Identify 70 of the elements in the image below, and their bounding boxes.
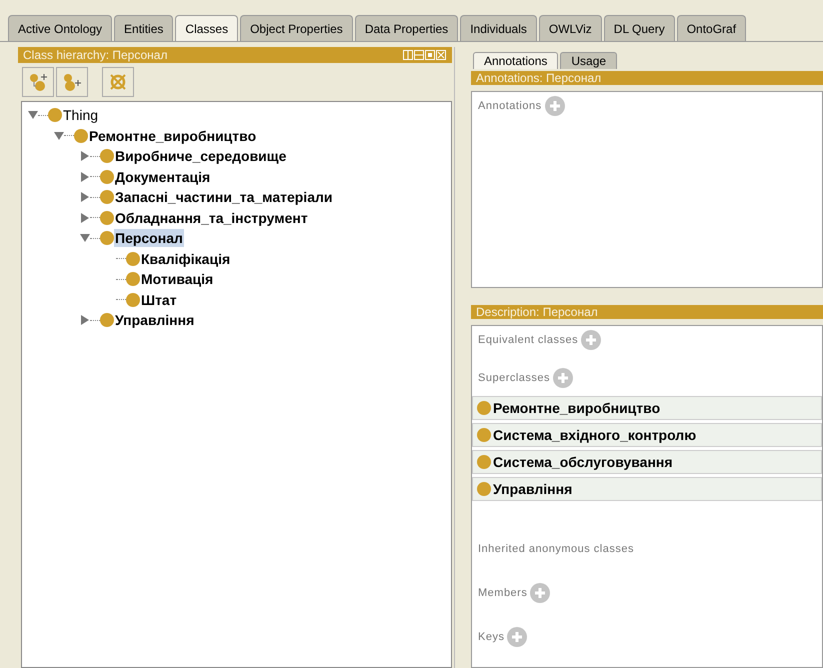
section-label: Inherited anonymous classes — [478, 543, 634, 555]
tab[interactable]: Object Properties — [240, 15, 353, 41]
expand-triangle-icon[interactable] — [80, 192, 90, 202]
expand-triangle-icon[interactable] — [80, 315, 90, 326]
add-icon[interactable] — [507, 627, 528, 647]
superclass-name[interactable]: Система_обслуговування — [493, 454, 673, 470]
class-dot-icon — [100, 149, 114, 164]
section-label: Keys — [478, 631, 504, 643]
section-label: Equivalent classes — [478, 334, 578, 346]
tree-item[interactable]: Персонал — [114, 229, 184, 248]
tab[interactable]: Usage — [560, 52, 618, 69]
class-dot-icon — [48, 108, 62, 122]
delete-icon — [108, 73, 128, 91]
add-sibling-button[interactable] — [56, 67, 88, 97]
class-dot-icon — [126, 252, 140, 266]
class-dot-icon — [100, 170, 114, 184]
class-dot-icon — [100, 231, 114, 246]
delete-class-button[interactable] — [102, 67, 134, 97]
tree-item[interactable]: Штат — [140, 290, 178, 309]
tree-item[interactable]: Обладнання_та_інструмент — [114, 208, 309, 227]
class-dot-icon — [74, 128, 88, 143]
superclass-name[interactable]: Ремонтне_виробництво — [493, 400, 660, 416]
tab[interactable]: Entities — [114, 15, 174, 41]
tree-item[interactable]: Документація — [114, 168, 212, 186]
tree-item[interactable]: Запасні_частини_та_матеріали — [114, 188, 334, 206]
panel-title: Description: Персонал — [476, 304, 598, 319]
class-dot-icon — [477, 482, 491, 496]
class-dot-icon — [100, 313, 114, 328]
class-dot-icon — [126, 272, 140, 286]
tab[interactable]: OWLViz — [538, 15, 602, 41]
class-dot-icon — [100, 210, 114, 225]
tree-item[interactable]: Thing — [62, 106, 100, 124]
tree-item[interactable]: Управління — [114, 311, 196, 330]
class-dot-icon — [477, 428, 491, 442]
section-label: Superclasses — [478, 372, 550, 384]
superclass-name[interactable]: Система_вхідного_контролю — [493, 427, 696, 443]
class-dot-icon — [100, 190, 114, 204]
tree-item[interactable]: Ремонтне_виробництво — [88, 126, 258, 145]
panel-title: Class hierarchy: Персонал — [23, 48, 168, 62]
collapse-triangle-icon[interactable] — [54, 130, 64, 141]
tab[interactable]: Individuals — [460, 15, 537, 41]
tab[interactable]: DL Query — [604, 15, 675, 41]
tab[interactable]: Data Properties — [354, 15, 458, 41]
tab[interactable]: Classes — [175, 15, 238, 41]
collapse-triangle-icon[interactable] — [28, 110, 38, 120]
superclass-name[interactable]: Управління — [493, 481, 572, 497]
add-subclass-icon — [28, 73, 48, 91]
window-controls-icon[interactable] — [403, 50, 447, 60]
expand-triangle-icon[interactable] — [80, 151, 90, 162]
add-sibling-icon — [62, 73, 82, 91]
add-icon[interactable] — [553, 368, 574, 388]
collapse-triangle-icon[interactable] — [80, 233, 90, 244]
add-icon[interactable] — [544, 96, 565, 116]
expand-triangle-icon[interactable] — [80, 212, 90, 223]
tree-item[interactable]: Виробниче_середовище — [114, 147, 288, 166]
class-dot-icon — [477, 455, 491, 469]
tree-item[interactable]: Кваліфікація — [140, 250, 232, 268]
add-icon[interactable] — [530, 583, 550, 603]
class-dot-icon — [477, 401, 491, 415]
class-dot-icon — [126, 292, 140, 307]
tab[interactable]: OntoGraf — [676, 15, 746, 41]
section-label: Annotations — [478, 100, 542, 112]
panel-title: Annotations: Персонал — [476, 70, 602, 85]
expand-triangle-icon[interactable] — [80, 172, 90, 182]
add-icon[interactable] — [581, 330, 602, 350]
tree-item[interactable]: Мотивація — [140, 270, 214, 288]
tab[interactable]: Annotations — [473, 52, 558, 69]
tab[interactable]: Active Ontology — [8, 15, 112, 41]
add-subclass-button[interactable] — [22, 67, 54, 97]
section-label: Members — [478, 587, 528, 599]
